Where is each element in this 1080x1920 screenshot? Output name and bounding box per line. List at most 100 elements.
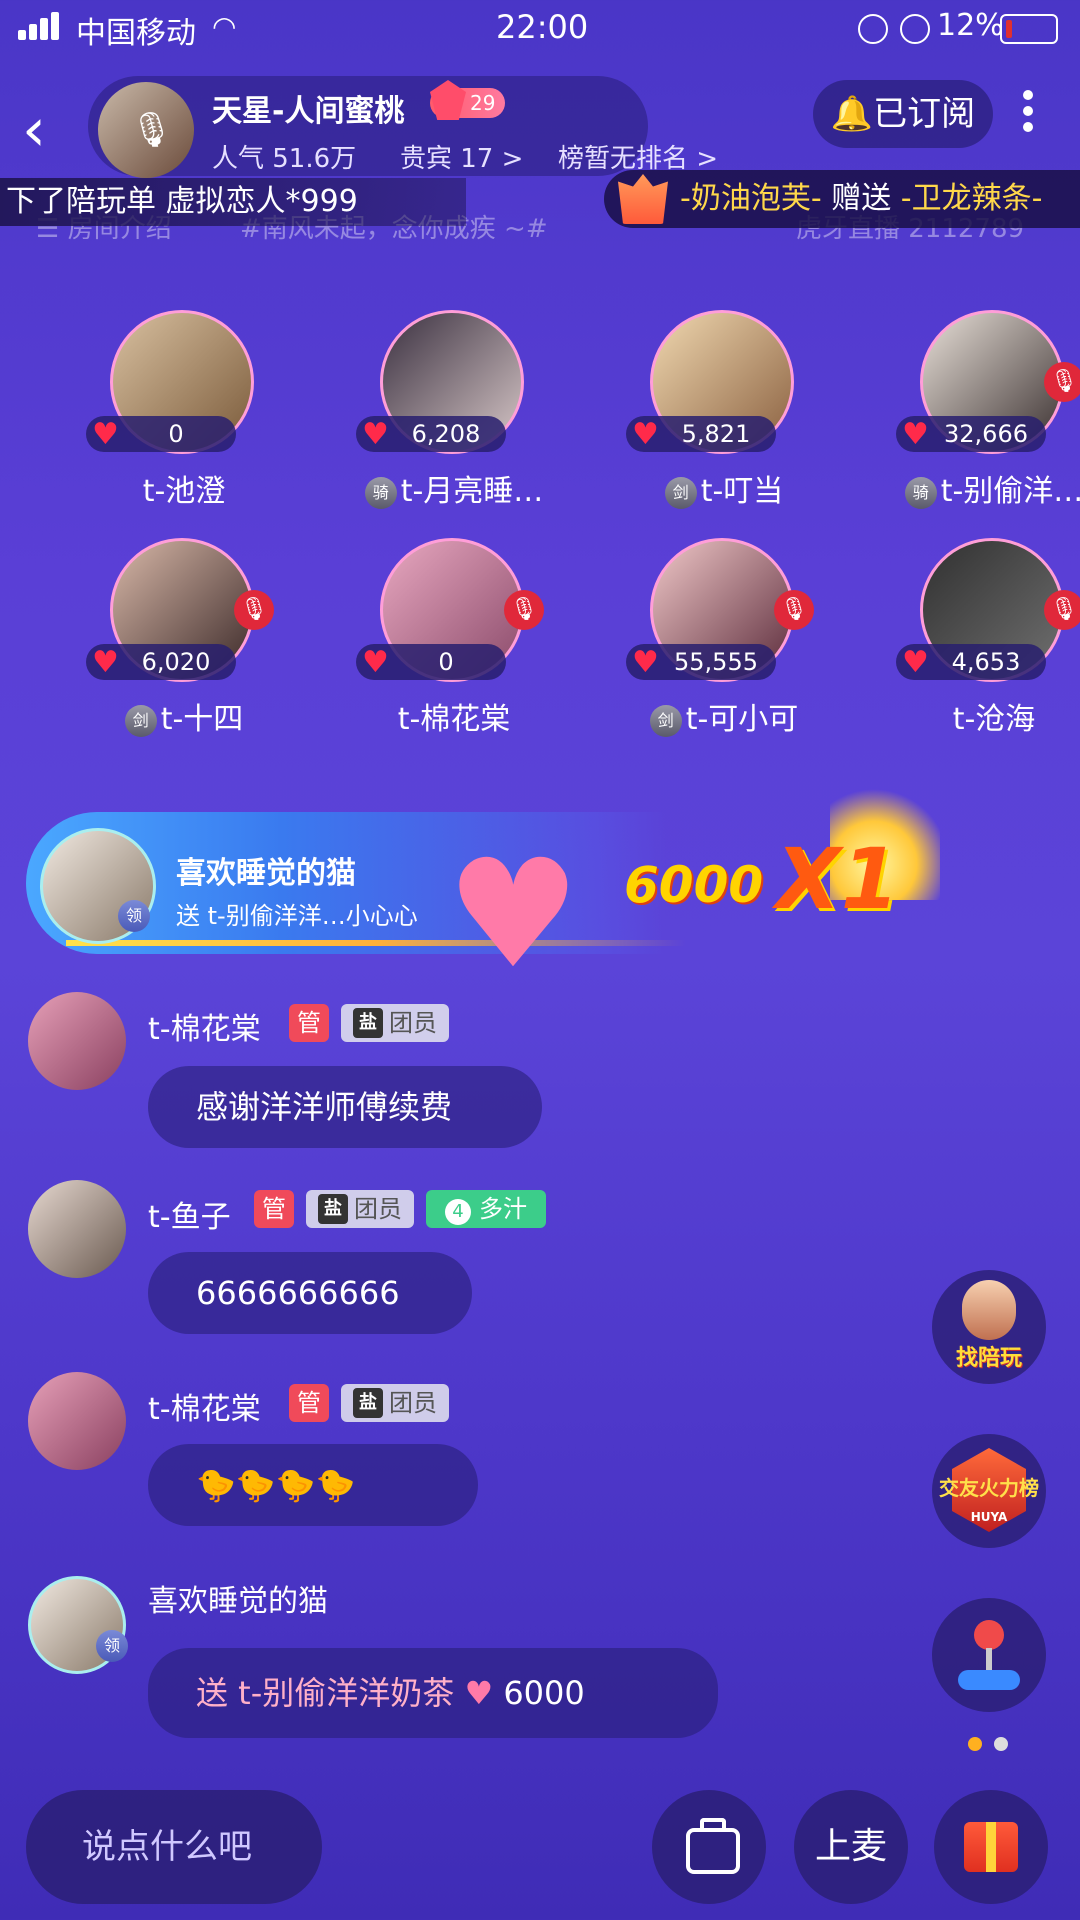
gift-value: 6000	[624, 856, 764, 914]
wifi-icon: ◠	[212, 10, 237, 43]
mic-muted-icon: 🎙	[234, 590, 274, 630]
chat-emoji-message: 🐤🐤🐤🐤	[148, 1444, 478, 1526]
fire-rank-sublabel: HUYA	[970, 1510, 1008, 1524]
seat-name[interactable]: t-池澄	[64, 466, 304, 510]
seat-name[interactable]: t-沧海	[874, 694, 1080, 738]
broadcast-sender: -奶油泡芙-	[680, 181, 822, 216]
chat-username[interactable]: t-棉花棠	[148, 1384, 261, 1428]
chat-gift-message: 送 t-别偷洋洋奶茶 ♥ 6000	[148, 1648, 718, 1738]
page-indicator	[968, 1736, 1020, 1755]
chat-username[interactable]: t-鱼子	[148, 1192, 231, 1236]
game-joystick-button[interactable]	[932, 1598, 1046, 1712]
seat-name-label: t-池澄	[142, 474, 226, 509]
member-tag: 盐团员	[341, 1004, 449, 1042]
seat-name[interactable]: 剑 t-十四	[64, 694, 304, 738]
chat-message: 感谢洋洋师傅续费	[148, 1066, 542, 1148]
member-tag: 盐团员	[306, 1190, 414, 1228]
guard-badge: 领	[118, 900, 150, 932]
heart-icon: ♥	[632, 417, 659, 452]
chat-username[interactable]: t-棉花棠	[148, 1004, 261, 1048]
seat-name-label: t-月亮睡…	[400, 474, 544, 509]
companion-girl-icon	[962, 1280, 1016, 1340]
gift-sender-name: 喜欢睡觉的猫	[176, 856, 356, 891]
clock: 22:00	[496, 8, 589, 46]
mic-seat[interactable]: 0 ♥ 🎙 t-棉花棠	[334, 538, 554, 758]
subscribe-label: 已订阅	[873, 94, 976, 134]
seat-name-label: t-叮当	[700, 474, 784, 509]
heart-icon: ♥	[464, 1674, 494, 1712]
gift-message-text: 送 t-别偷洋洋奶茶	[196, 1674, 455, 1712]
bell-icon: 🔔	[830, 94, 874, 134]
mic-seat[interactable]: 4,653 ♥ 🎙 t-沧海	[874, 538, 1080, 758]
mic-seat[interactable]: 0 ♥ t-池澄	[64, 310, 284, 530]
seat-badge: 剑	[664, 476, 697, 509]
mic-off-icon: 🎙	[130, 110, 174, 150]
carrier-label: 中国移动	[76, 16, 196, 51]
admin-tag: 管	[289, 1384, 329, 1422]
bag-button[interactable]	[652, 1790, 766, 1904]
status-bar: 中国移动 ◠ 22:00 12%	[0, 0, 1080, 56]
seat-name-label: t-沧海	[952, 702, 1036, 737]
heart-icon: ♥	[362, 417, 389, 452]
fire-rank-button[interactable]: 交友火力榜 HUYA	[932, 1434, 1046, 1548]
broadcast-verb: 赠送	[831, 181, 892, 216]
popularity-stat: 人气 51.6万	[212, 144, 357, 174]
find-companion-button[interactable]: 找陪玩	[932, 1270, 1046, 1384]
seat-badge: 剑	[124, 704, 157, 737]
seat-name[interactable]: t-棉花棠	[334, 694, 574, 738]
seat-badge: 骑	[364, 476, 397, 509]
broadcast-receiver: -卫龙辣条-	[900, 181, 1043, 216]
mic-seat[interactable]: 6,020 ♥ 🎙 剑 t-十四	[64, 538, 284, 758]
heart-icon: ♥	[632, 645, 659, 680]
more-menu-icon[interactable]	[1018, 86, 1038, 142]
heart-gift-icon: ♥	[446, 828, 581, 1002]
seat-name[interactable]: 剑 t-可小可	[604, 694, 844, 738]
gift-broadcast-banner[interactable]: -奶油泡芙- 赠送 -卫龙辣条-	[604, 170, 1080, 228]
seat-name[interactable]: 骑 t-别偷洋…	[874, 466, 1080, 510]
join-mic-button[interactable]: 上麦	[794, 1790, 908, 1904]
alarm-icon	[900, 14, 930, 44]
find-companion-label: 找陪玩	[955, 1346, 1022, 1371]
bag-icon	[686, 1818, 740, 1874]
guests-link[interactable]: 贵宾 17 >	[400, 138, 523, 175]
seat-name-label: t-别偷洋…	[940, 474, 1080, 509]
chat-username[interactable]: 喜欢睡觉的猫	[148, 1576, 328, 1620]
joystick-icon	[958, 1670, 1020, 1690]
chat-avatar[interactable]	[28, 992, 126, 1090]
seat-name[interactable]: 骑 t-月亮睡…	[334, 466, 574, 510]
seat-name-label: t-十四	[160, 702, 244, 737]
admin-tag: 管	[254, 1190, 294, 1228]
mic-muted-icon: 🎙	[774, 590, 814, 630]
seat-badge: 剑	[649, 704, 682, 737]
chat-input[interactable]: 说点什么吧	[26, 1790, 322, 1904]
gift-crown-icon	[618, 174, 668, 224]
mic-muted-icon: 🎙	[504, 590, 544, 630]
mic-muted-icon: 🎙	[1044, 590, 1080, 630]
heart-icon: ♥	[92, 645, 119, 680]
subscribe-button[interactable]: 🔔已订阅	[813, 80, 993, 148]
chat-avatar[interactable]	[28, 1372, 126, 1470]
seat-name-label: t-可小可	[685, 702, 799, 737]
seat-badge: 骑	[904, 476, 937, 509]
signal-icon	[18, 12, 62, 40]
mic-seat[interactable]: 32,666 ♥ 🎙 骑 t-别偷洋…	[874, 310, 1080, 530]
mic-seat[interactable]: 5,821 ♥ 剑 t-叮当	[604, 310, 824, 530]
heart-icon: ♥	[92, 417, 119, 452]
gift-combo: X1	[776, 830, 900, 928]
seat-name-label: t-棉花棠	[397, 702, 511, 737]
gift-button[interactable]	[934, 1790, 1048, 1904]
rotation-lock-icon	[858, 14, 888, 44]
heart-icon: ♥	[362, 645, 389, 680]
chat-message: 6666666666	[148, 1252, 472, 1334]
mic-muted-icon: 🎙	[1044, 362, 1080, 402]
mic-seat[interactable]: 55,555 ♥ 🎙 剑 t-可小可	[604, 538, 824, 758]
mic-seat[interactable]: 6,208 ♥ 骑 t-月亮睡…	[334, 310, 554, 530]
gift-message-value: 6000	[503, 1674, 585, 1712]
heart-icon: ♥	[902, 417, 929, 452]
battery-percent: 12%	[937, 8, 1004, 43]
chat-avatar[interactable]	[28, 1180, 126, 1278]
member-tag: 盐团员	[341, 1384, 449, 1422]
seat-name[interactable]: 剑 t-叮当	[604, 466, 844, 510]
back-button[interactable]: ‹	[22, 100, 72, 160]
marquee-banner: 下了陪玩单 虚拟恋人*999	[0, 178, 466, 226]
